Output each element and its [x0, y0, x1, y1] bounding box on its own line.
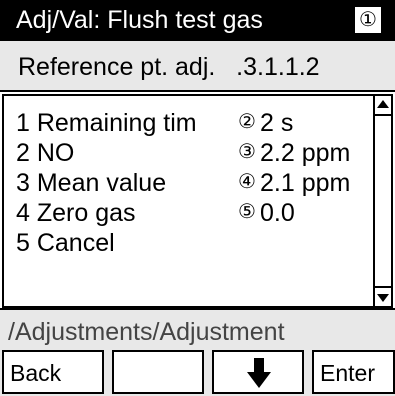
menu-item-label: 2 NO — [16, 139, 75, 167]
menu-item-value: 2.2 ppm — [260, 139, 351, 167]
scroll-up-arrow-icon[interactable] — [375, 96, 391, 114]
blank-softkey-button[interactable] — [112, 350, 204, 394]
menu-header-text: Reference pt. adj. .3.1.1.2 — [18, 53, 320, 81]
down-button[interactable] — [212, 350, 304, 394]
back-button[interactable]: Back — [2, 350, 104, 394]
menu-item-mean-value[interactable]: 3 Mean value ④ 2.1 ppm — [16, 168, 376, 198]
arrow-down-icon — [247, 358, 271, 388]
title-bar: Adj/Val: Flush test gas ① — [0, 0, 395, 40]
scroll-down-arrow-icon[interactable] — [375, 288, 391, 306]
callout-marker-4: ④ — [234, 169, 260, 195]
menu-item-label: 3 Mean value — [16, 169, 167, 197]
scroll-track[interactable] — [375, 116, 391, 264]
device-screen: Adj/Val: Flush test gas ① Reference pt. … — [0, 0, 395, 396]
back-button-label: Back — [10, 360, 62, 386]
menu-item-zero-gas[interactable]: 4 Zero gas ⑤ 0.0 — [16, 198, 376, 228]
menu-item-value: 0.0 — [260, 199, 295, 227]
callout-marker-5: ⑤ — [234, 199, 260, 225]
breadcrumb: /Adjustments/Adjustment — [8, 318, 285, 346]
callout-marker-3: ③ — [234, 139, 260, 165]
softkey-bar: Back Enter — [0, 348, 395, 396]
menu-panel: 1 Remaining tim ② 2 s 2 NO ③ 2.2 ppm 3 M… — [2, 94, 393, 308]
menu-scrollbar[interactable] — [373, 96, 391, 306]
menu-item-value: 2 s — [260, 109, 294, 137]
menu-list: 1 Remaining tim ② 2 s 2 NO ③ 2.2 ppm 3 M… — [4, 96, 374, 306]
window-title: Adj/Val: Flush test gas — [16, 6, 263, 34]
menu-item-label: 5 Cancel — [16, 229, 115, 257]
enter-button[interactable]: Enter — [312, 350, 395, 394]
menu-item-no[interactable]: 2 NO ③ 2.2 ppm — [16, 138, 376, 168]
callout-marker-1: ① — [355, 7, 381, 33]
menu-item-cancel[interactable]: 5 Cancel — [16, 228, 376, 258]
breadcrumb-bar: /Adjustments/Adjustment — [0, 308, 395, 348]
menu-item-remaining-time[interactable]: 1 Remaining tim ② 2 s — [16, 108, 376, 138]
menu-item-label: 4 Zero gas — [16, 199, 136, 227]
menu-item-label: 1 Remaining tim — [16, 109, 197, 137]
menu-item-value: 2.1 ppm — [260, 169, 351, 197]
callout-marker-2: ② — [234, 109, 260, 135]
enter-button-label: Enter — [320, 360, 375, 386]
menu-header: Reference pt. adj. .3.1.1.2 — [0, 40, 395, 92]
